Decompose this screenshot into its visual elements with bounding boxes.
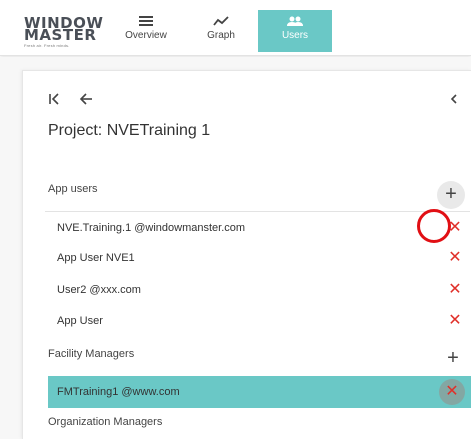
- chevron-left-icon[interactable]: [450, 92, 458, 110]
- remove-user-icon[interactable]: ✕: [439, 379, 465, 405]
- app-user-name: App User NVE1: [57, 252, 135, 264]
- section-label-facility-managers: Facility Managers: [48, 348, 135, 360]
- list-item-facility-manager[interactable]: FMTraining1 @www.com ✕: [48, 376, 471, 408]
- list-item-app-user: App User NVE1 ✕: [48, 245, 468, 271]
- list-item-app-user: App User ✕: [48, 308, 468, 334]
- app-user-name: User2 @xxx.com: [57, 284, 141, 296]
- logo-text-master: MASTER: [24, 26, 97, 44]
- remove-user-icon[interactable]: ✕: [442, 245, 468, 271]
- page-title: Project: NVETraining 1: [48, 122, 211, 139]
- tab-overview-label: Overview: [125, 30, 167, 41]
- list-item-app-user: User2 @xxx.com ✕: [48, 277, 468, 303]
- top-navigation-bar: WINDOW MASTER Fresh air. Fresh minds. Ov…: [0, 0, 471, 56]
- menu-icon: [139, 16, 153, 26]
- remove-user-icon[interactable]: ✕: [442, 308, 468, 334]
- app-user-name: App User: [57, 315, 103, 327]
- section-label-app-users: App users: [48, 183, 98, 195]
- section-label-organization-managers: Organization Managers: [48, 416, 163, 428]
- add-facility-manager-button[interactable]: +: [439, 345, 467, 373]
- remove-user-icon[interactable]: ✕: [442, 277, 468, 303]
- app-user-name: NVE.Training.1 @windowmanster.com: [57, 222, 246, 234]
- windowmaster-logo: WINDOW MASTER Fresh air. Fresh minds.: [24, 16, 103, 49]
- add-app-user-button[interactable]: +: [437, 181, 465, 209]
- tab-graph-label: Graph: [207, 30, 235, 41]
- first-page-icon[interactable]: [48, 92, 60, 110]
- remove-user-icon[interactable]: ✕: [442, 215, 468, 241]
- tab-graph[interactable]: Graph: [186, 10, 256, 54]
- users-icon: [287, 16, 303, 26]
- tab-overview[interactable]: Overview: [111, 10, 181, 54]
- users-card: Project: NVETraining 1 App users + NVE.T…: [22, 70, 471, 439]
- tab-users[interactable]: Users: [258, 10, 332, 52]
- facility-manager-name: FMTraining1 @www.com: [57, 386, 180, 398]
- divider: [45, 211, 470, 212]
- list-item-app-user: NVE.Training.1 @windowmanster.com ✕: [48, 215, 468, 241]
- tab-users-label: Users: [281, 30, 309, 41]
- back-arrow-icon[interactable]: [79, 92, 93, 110]
- chart-line-icon: [213, 16, 229, 26]
